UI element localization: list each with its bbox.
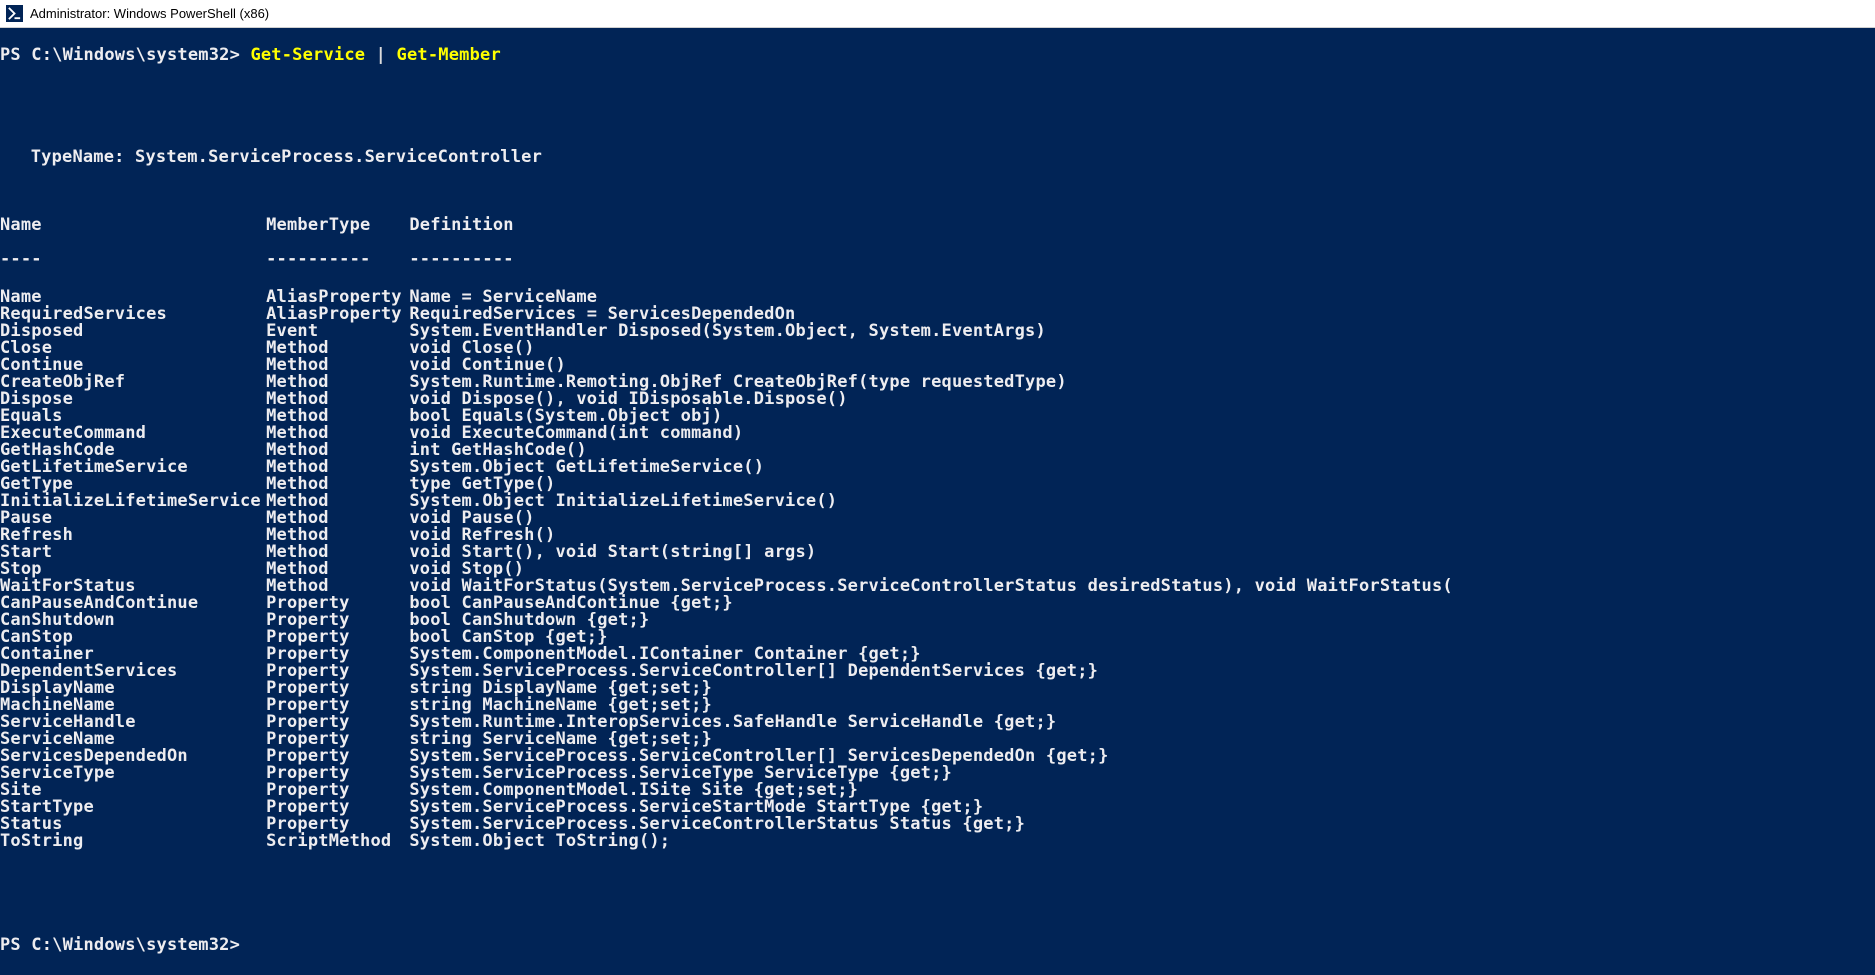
blank-line (0, 81, 1875, 98)
blank-line (0, 115, 1875, 132)
member-type: ScriptMethod (266, 833, 409, 850)
table-row: ToStringScriptMethodSystem.Object ToStri… (0, 833, 1875, 850)
command-token: Get-Service (250, 45, 375, 65)
member-definition: System.Object ToString(); (409, 833, 670, 850)
underline: ---- (0, 251, 266, 268)
command-token: Get-Member (386, 45, 501, 65)
header-definition: Definition (409, 217, 513, 234)
header-type: MemberType (266, 217, 409, 234)
powershell-icon (6, 5, 23, 22)
underline: ---------- (409, 251, 513, 268)
command-line-2: PS C:\Windows\system32> (0, 935, 1875, 954)
header-name: Name (0, 217, 266, 234)
table-divider: ------------------------ (0, 251, 1875, 272)
typename-line: TypeName: System.ServiceProcess.ServiceC… (0, 149, 1875, 166)
pipe-token: | (376, 45, 386, 65)
prompt-text: PS C:\Windows\system32> (0, 45, 250, 65)
console-area[interactable]: PS C:\Windows\system32> Get-Service | Ge… (0, 28, 1875, 975)
table-header: NameMemberTypeDefinition (0, 217, 1875, 234)
window-title: Administrator: Windows PowerShell (x86) (30, 6, 269, 21)
member-name: ToString (0, 833, 266, 850)
underline: ---------- (266, 251, 409, 268)
titlebar[interactable]: Administrator: Windows PowerShell (x86) (0, 0, 1875, 28)
blank-line (0, 183, 1875, 200)
command-line-1: PS C:\Windows\system32> Get-Service | Ge… (0, 45, 1875, 64)
blank-line (0, 901, 1875, 918)
blank-line (0, 867, 1875, 884)
prompt-text: PS C:\Windows\system32> (0, 935, 250, 955)
